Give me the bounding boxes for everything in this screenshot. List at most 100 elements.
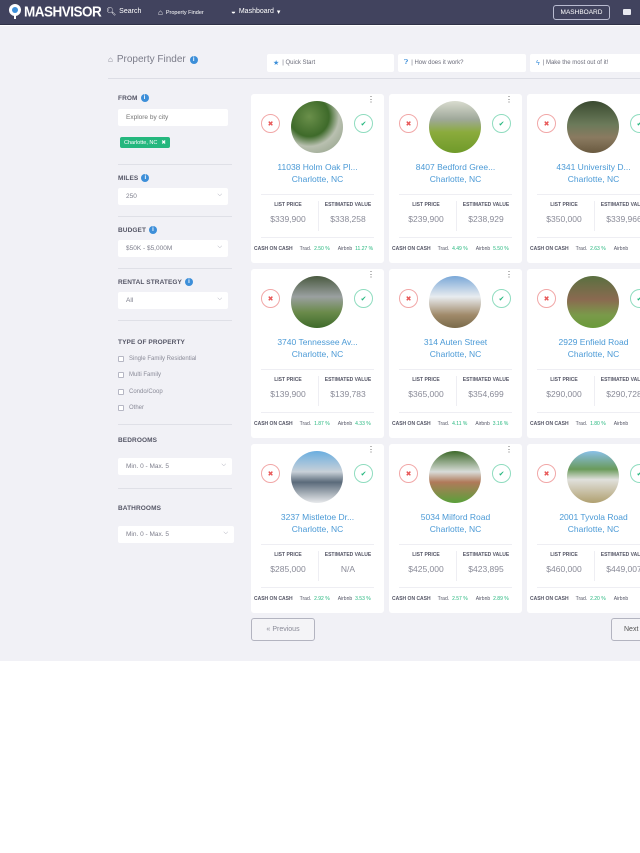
budget-select[interactable]: $50K - $5,000M ⌵ xyxy=(118,240,228,257)
checkbox-multi-family[interactable]: Multi Family xyxy=(118,372,161,378)
property-city[interactable]: Charlotte, NC xyxy=(389,174,522,184)
nav-search[interactable]: 🔍︎ Search xyxy=(106,7,141,16)
quick-start-link[interactable]: ★ | Quick Start xyxy=(267,54,394,72)
more-options-icon[interactable]: ⋮ xyxy=(367,271,375,279)
accept-button[interactable]: ✔ xyxy=(354,464,373,483)
divider xyxy=(261,194,374,195)
property-photo[interactable] xyxy=(567,276,619,328)
list-price: LIST PRICE $460,000 xyxy=(533,552,595,574)
accept-button[interactable]: ✔ xyxy=(630,289,640,308)
mashvisor-logo[interactable]: MASHVISOR xyxy=(9,3,102,20)
close-icon[interactable]: ✖ xyxy=(161,140,166,146)
property-photo[interactable] xyxy=(567,451,619,503)
airbnb-value: 2.89 % xyxy=(493,596,509,602)
property-address[interactable]: 8407 Bedford Gree... xyxy=(389,162,522,172)
property-city[interactable]: Charlotte, NC xyxy=(251,524,384,534)
miles-select[interactable]: 250 ⌵ xyxy=(118,188,228,205)
property-address[interactable]: 4341 University D... xyxy=(527,162,640,172)
property-city[interactable]: Charlotte, NC xyxy=(251,349,384,359)
reject-button[interactable]: ✖ xyxy=(537,289,556,308)
reject-button[interactable]: ✖ xyxy=(399,114,418,133)
more-options-icon[interactable]: ⋮ xyxy=(505,96,513,104)
property-address[interactable]: 2001 Tyvola Road xyxy=(527,512,640,522)
property-photo[interactable] xyxy=(567,101,619,153)
more-options-icon[interactable]: ⋮ xyxy=(367,446,375,454)
city-search-input[interactable] xyxy=(118,109,228,126)
property-photo[interactable] xyxy=(429,101,481,153)
property-city[interactable]: Charlotte, NC xyxy=(389,349,522,359)
previous-button[interactable]: « Previous xyxy=(251,618,315,641)
list-price-value: $239,900 xyxy=(408,214,444,224)
info-icon[interactable]: i xyxy=(149,226,158,234)
reject-button[interactable]: ✖ xyxy=(399,464,418,483)
reject-button[interactable]: ✖ xyxy=(537,464,556,483)
accept-button[interactable]: ✔ xyxy=(492,464,511,483)
property-address[interactable]: 11038 Holm Oak Pl... xyxy=(251,162,384,172)
list-price-value: $350,000 xyxy=(546,214,582,224)
property-city[interactable]: Charlotte, NC xyxy=(527,349,640,359)
make-most-link[interactable]: ϟ | Make the most out of it! xyxy=(530,54,640,72)
property-address[interactable]: 3237 Mistletoe Dr... xyxy=(251,512,384,522)
top-navbar: MASHVISOR 🔍︎ Search ⌂ Property Finder ◒ … xyxy=(0,0,640,25)
property-address[interactable]: 314 Auten Street xyxy=(389,337,522,347)
property-city[interactable]: Charlotte, NC xyxy=(389,524,522,534)
more-options-icon[interactable]: ⋮ xyxy=(505,446,513,454)
info-icon[interactable]: i xyxy=(184,278,193,286)
messages-icon[interactable] xyxy=(623,9,631,15)
accept-button[interactable]: ✔ xyxy=(492,114,511,133)
property-card[interactable]: ⋮✖✔2929 Enfield RoadCharlotte, NCLIST PR… xyxy=(527,269,640,438)
reject-button[interactable]: ✖ xyxy=(261,289,280,308)
property-address[interactable]: 2929 Enfield Road xyxy=(527,337,640,347)
nav-mashboard[interactable]: ◒ Mashboard ▾ xyxy=(231,7,280,16)
property-address[interactable]: 3740 Tennessee Av... xyxy=(251,337,384,347)
more-options-icon[interactable]: ⋮ xyxy=(367,96,375,104)
reject-button[interactable]: ✖ xyxy=(399,289,418,308)
next-button[interactable]: Next xyxy=(611,618,640,641)
reject-button[interactable]: ✖ xyxy=(261,114,280,133)
property-city[interactable]: Charlotte, NC xyxy=(251,174,384,184)
checkbox[interactable] xyxy=(118,356,124,362)
accept-button[interactable]: ✔ xyxy=(630,114,640,133)
property-card[interactable]: ⋮✖✔4341 University D...Charlotte, NCLIST… xyxy=(527,94,640,263)
accept-button[interactable]: ✔ xyxy=(354,114,373,133)
checkbox-single-family[interactable]: Single Family Residential xyxy=(118,356,196,362)
info-icon[interactable]: i xyxy=(140,94,149,102)
mashboard-button[interactable]: MASHBOARD xyxy=(553,5,610,20)
bedrooms-select[interactable]: Min. 0 - Max. 5 ⌵ xyxy=(118,458,232,475)
chevron-down-icon: ⌵ xyxy=(217,296,222,302)
checkbox-condo-coop[interactable]: Condo/Coop xyxy=(118,389,163,395)
property-card[interactable]: ⋮✖✔2001 Tyvola RoadCharlotte, NCLIST PRI… xyxy=(527,444,640,613)
accept-button[interactable]: ✔ xyxy=(354,289,373,308)
property-photo[interactable] xyxy=(429,451,481,503)
reject-button[interactable]: ✖ xyxy=(261,464,280,483)
property-photo[interactable] xyxy=(429,276,481,328)
reject-button[interactable]: ✖ xyxy=(537,114,556,133)
how-it-works-link[interactable]: ❓︎ | How does it work? xyxy=(398,54,526,72)
rental-strategy-select[interactable]: All ⌵ xyxy=(118,292,228,309)
nav-property-finder[interactable]: ⌂ Property Finder xyxy=(158,8,204,17)
property-card[interactable]: ⋮ ✖ ✔ 3740 Tennessee Av... Charlotte, NC LIST… xyxy=(251,269,384,438)
property-card[interactable]: ⋮ ✖ ✔ 11038 Holm Oak Pl... Charlotte, NC LIST… xyxy=(251,94,384,263)
info-icon[interactable]: i xyxy=(189,55,198,64)
property-city[interactable]: Charlotte, NC xyxy=(527,524,640,534)
property-photo[interactable] xyxy=(291,451,343,503)
property-card[interactable]: ⋮ ✖ ✔ 8407 Bedford Gree... Charlotte, NC LIST… xyxy=(389,94,522,263)
checkbox[interactable] xyxy=(118,405,124,411)
accept-button[interactable]: ✔ xyxy=(492,289,511,308)
property-photo[interactable] xyxy=(291,101,343,153)
more-options-icon[interactable]: ⋮ xyxy=(505,271,513,279)
city-tag[interactable]: Charlotte, NC ✖ xyxy=(120,137,170,148)
info-icon[interactable]: i xyxy=(141,174,150,182)
property-card[interactable]: ⋮ ✖ ✔ 3237 Mistletoe Dr... Charlotte, NC LIST… xyxy=(251,444,384,613)
checkbox[interactable] xyxy=(118,389,124,395)
main-content: ⌂ Property Finder i ★ | Quick Start ❓︎ |… xyxy=(0,26,640,661)
property-photo[interactable] xyxy=(291,276,343,328)
property-city[interactable]: Charlotte, NC xyxy=(527,174,640,184)
property-card[interactable]: ⋮ ✖ ✔ 314 Auten Street Charlotte, NC LIST PRI… xyxy=(389,269,522,438)
property-address[interactable]: 5034 Milford Road xyxy=(389,512,522,522)
bathrooms-select[interactable]: Min. 0 - Max. 5 ⌵ xyxy=(118,526,234,543)
property-card[interactable]: ⋮ ✖ ✔ 5034 Milford Road Charlotte, NC LIST PR… xyxy=(389,444,522,613)
checkbox[interactable] xyxy=(118,372,124,378)
checkbox-other[interactable]: Other xyxy=(118,405,144,411)
accept-button[interactable]: ✔ xyxy=(630,464,640,483)
